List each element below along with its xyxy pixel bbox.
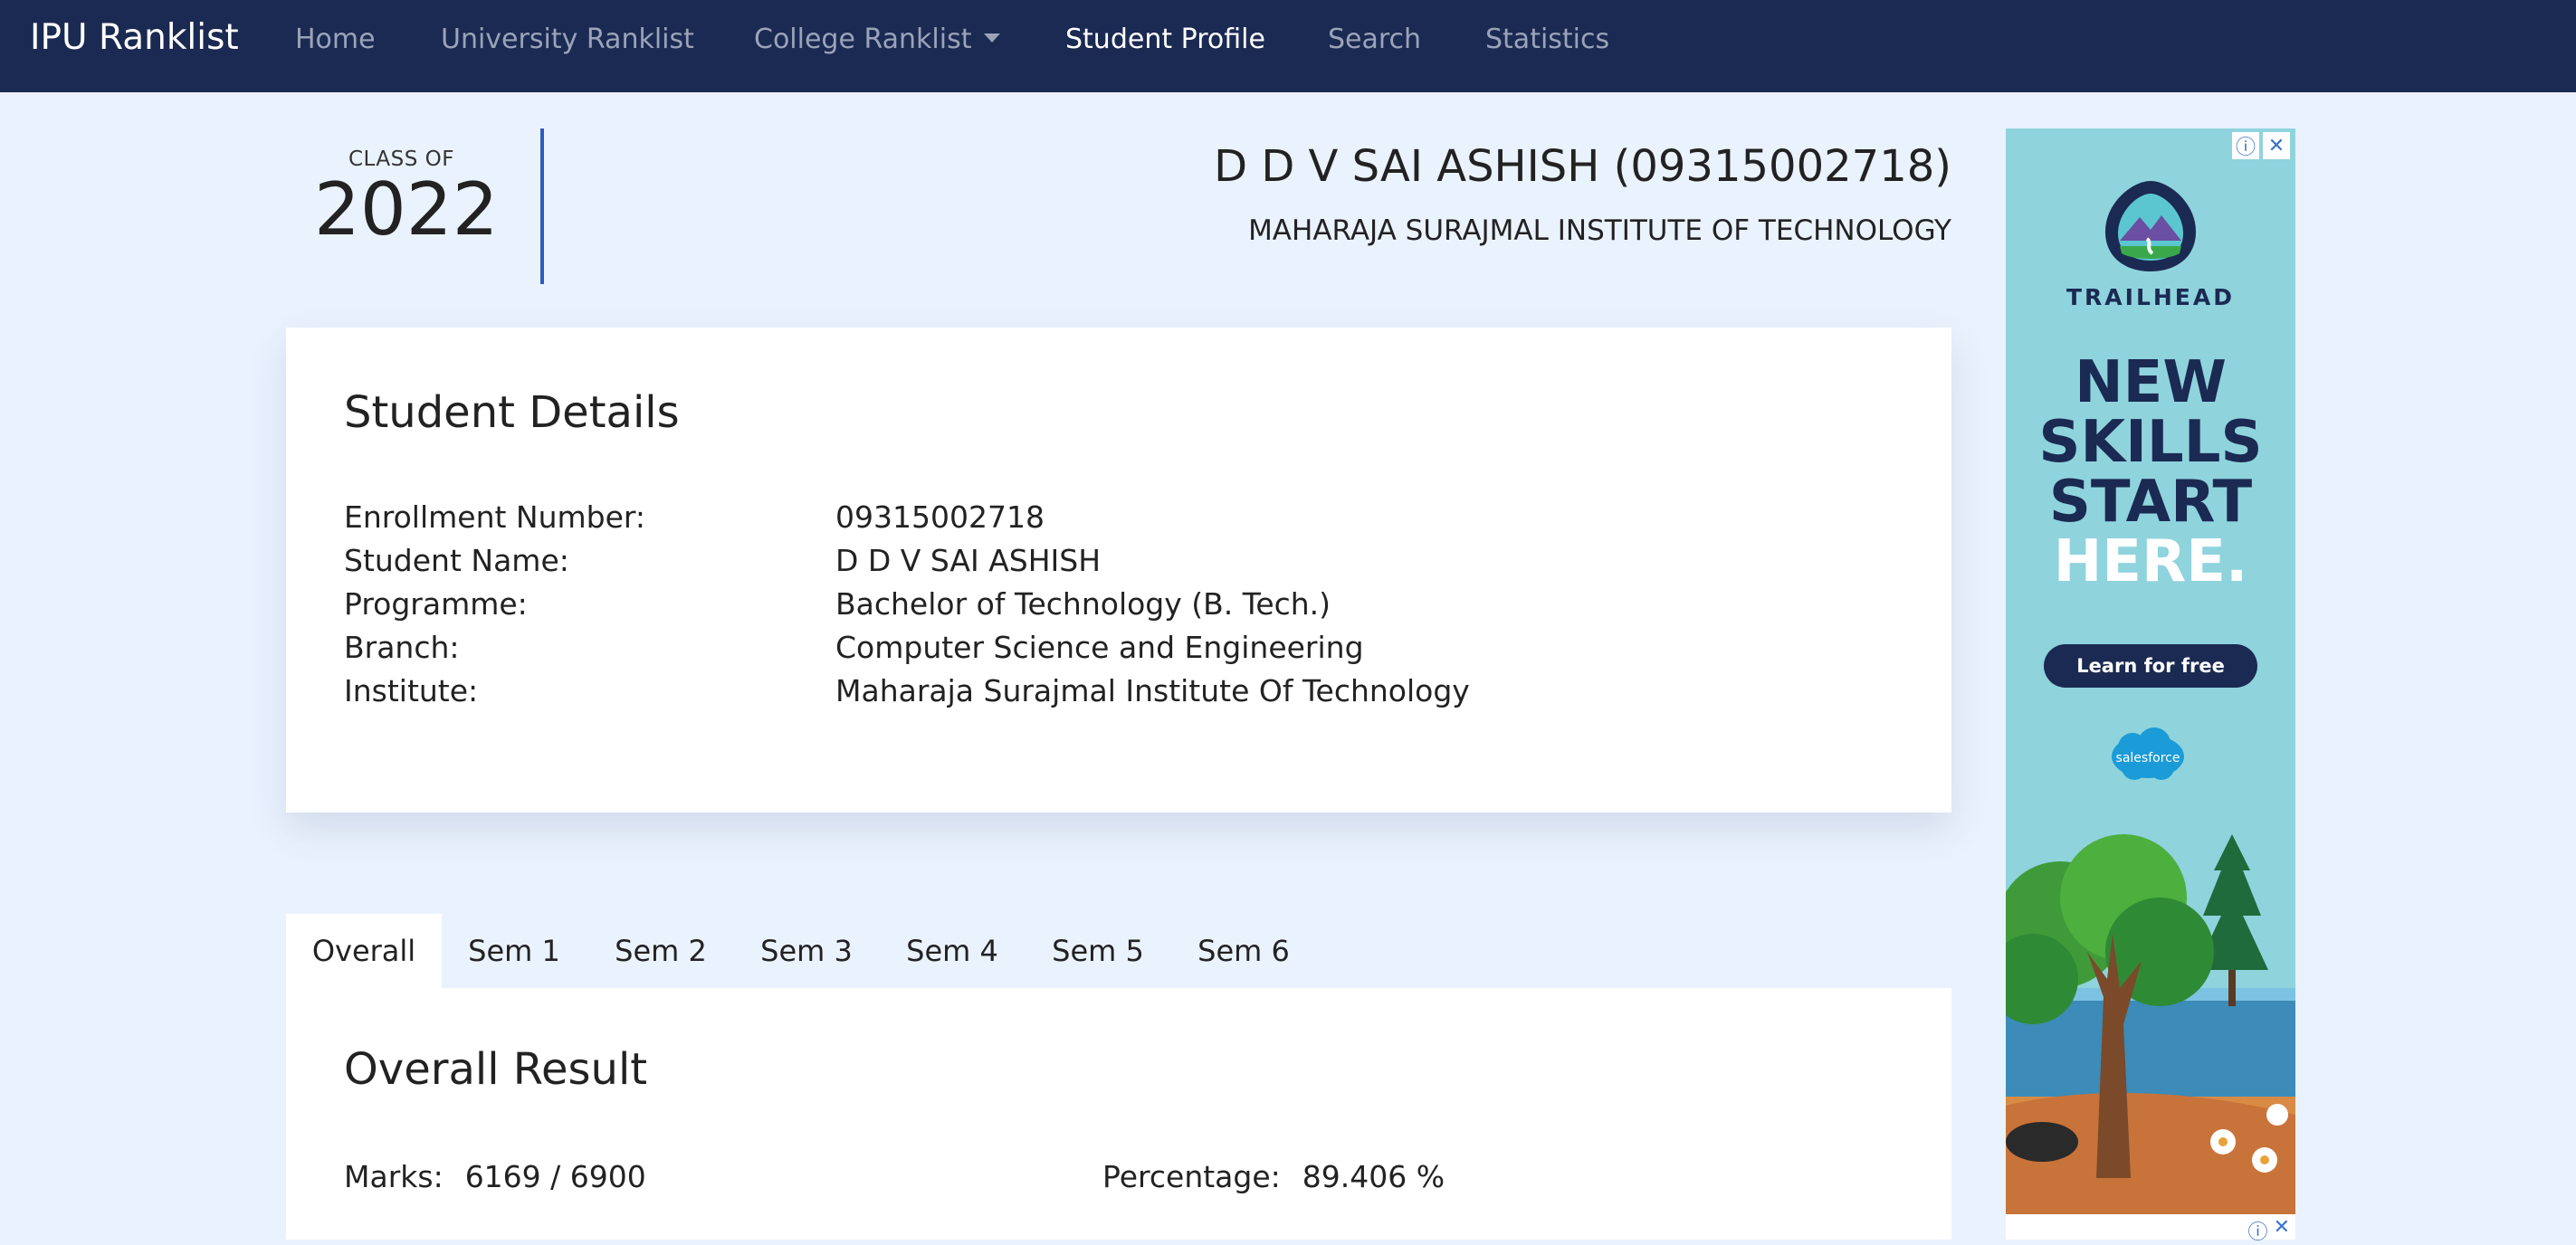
percentage-label: Percentage: <box>1102 1159 1281 1194</box>
student-title: D D V SAI ASHISH (09315002718) <box>1214 141 1951 192</box>
ad-headline-line-2: SKILLS <box>2038 409 2263 476</box>
detail-label-institute: Institute: <box>344 673 479 708</box>
nav-college-ranklist-label: College Ranklist <box>754 24 972 55</box>
student-details-title: Student Details <box>344 387 680 438</box>
detail-value-branch: Computer Science and Engineering <box>835 630 1364 665</box>
tab-sem-2[interactable]: Sem 2 <box>601 914 720 988</box>
tab-sem-4[interactable]: Sem 4 <box>892 914 1012 988</box>
tab-sem-3[interactable]: Sem 3 <box>747 914 866 988</box>
nav-statistics[interactable]: Statistics <box>1485 26 1609 53</box>
detail-label-programme: Programme: <box>344 586 528 622</box>
header-divider <box>540 128 544 284</box>
ad-brand: TRAILHEAD <box>2066 284 2235 310</box>
marks-value: 6169 / 6900 <box>464 1159 646 1194</box>
tab-overall[interactable]: Overall <box>286 914 442 988</box>
percentage-row: Percentage: 89.406 % <box>1102 1162 1445 1192</box>
detail-value-name: D D V SAI ASHISH <box>835 543 1102 578</box>
secondary-ad-strip: ⓘ ✕ <box>2006 1214 2295 1244</box>
detail-value-institute: Maharaja Surajmal Institute Of Technolog… <box>835 673 1470 708</box>
ad-headline: NEW SKILLS START HERE. <box>2006 353 2295 592</box>
ad-headline-line-4: HERE. <box>2053 528 2248 595</box>
detail-value-enrollment: 09315002718 <box>835 499 1045 535</box>
tab-sem-1[interactable]: Sem 1 <box>454 914 574 988</box>
ad-headline-line-1: NEW <box>2075 349 2227 416</box>
close-icon[interactable]: ✕ <box>2274 1216 2290 1245</box>
brand-logo-link[interactable]: IPU Ranklist <box>30 20 239 55</box>
info-icon[interactable]: ⓘ <box>2232 132 2259 159</box>
detail-label-branch: Branch: <box>344 630 460 665</box>
nav-college-ranklist[interactable]: College Ranklist <box>754 24 1001 55</box>
advertisement-banner[interactable]: ⓘ ✕ TRAILHEAD NEW SKILLS START HERE. Lea… <box>2006 128 2295 1214</box>
student-institute-heading: MAHARAJA SURAJMAL INSTITUTE OF TECHNOLOG… <box>1248 214 1951 247</box>
close-icon[interactable]: ✕ <box>2263 132 2290 159</box>
overall-result-title: Overall Result <box>344 1044 648 1095</box>
ad-sponsor: salesforce <box>2115 751 2180 765</box>
trailhead-logo-icon <box>2105 181 2196 271</box>
nav-student-profile[interactable]: Student Profile <box>1065 26 1265 53</box>
top-navbar: IPU Ranklist Home University Ranklist Co… <box>0 0 2576 92</box>
tab-sem-5[interactable]: Sem 5 <box>1038 914 1158 988</box>
info-icon[interactable]: ⓘ <box>2248 1216 2268 1245</box>
chevron-down-icon <box>984 33 1001 43</box>
forest-illustration <box>2006 834 2295 1214</box>
percentage-value: 89.406 % <box>1302 1159 1445 1194</box>
marks-row: Marks: 6169 / 6900 <box>344 1162 646 1192</box>
ad-headline-line-3: START <box>2048 469 2253 536</box>
nav-home[interactable]: Home <box>295 26 376 53</box>
nav-search[interactable]: Search <box>1328 26 1421 53</box>
overall-result-card: Overall Result Marks: 6169 / 6900 Percent… <box>286 988 1951 1240</box>
ad-controls: ⓘ ✕ <box>2232 132 2290 159</box>
detail-value-programme: Bachelor of Technology (B. Tech.) <box>835 586 1331 622</box>
ad-bottom-controls: ⓘ ✕ <box>2248 1216 2290 1245</box>
detail-label-name: Student Name: <box>344 543 569 578</box>
tab-sem-6[interactable]: Sem 6 <box>1184 914 1303 988</box>
class-year: 2022 <box>314 167 499 252</box>
ad-learn-button[interactable]: Learn for free <box>2044 644 2257 688</box>
student-details-card: Student Details Enrollment Number: 09315… <box>286 328 1951 813</box>
marks-label: Marks: <box>344 1159 444 1194</box>
nav-university-ranklist[interactable]: University Ranklist <box>441 26 694 53</box>
detail-label-enrollment: Enrollment Number: <box>344 499 646 535</box>
